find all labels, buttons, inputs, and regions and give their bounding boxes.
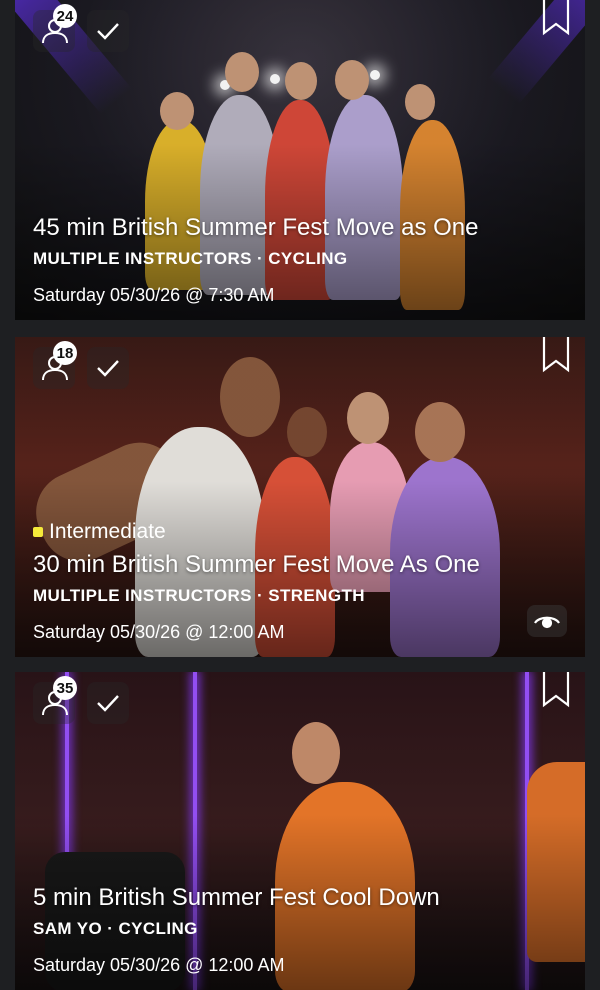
class-subtitle: MULTIPLE INSTRUCTORS · CYCLING [33,249,348,268]
class-info: Intermediate 30 min British Summer Fest … [33,520,573,643]
eye-icon [534,616,560,629]
class-schedule: Saturday 05/30/26 @ 12:00 AM [33,955,285,975]
class-title: 5 min British Summer Fest Cool Down [33,884,440,911]
completed-button[interactable] [87,10,129,52]
completed-button[interactable] [87,682,129,724]
completed-button[interactable] [87,347,129,389]
class-schedule: Saturday 05/30/26 @ 12:00 AM [33,622,285,642]
checkmark-icon [97,695,119,712]
class-card[interactable]: 18 Intermediate 30 min British Summer Fe… [15,337,585,657]
class-card[interactable]: 35 5 min British Summer Fest Cool Down S… [15,672,585,990]
bookmark-icon[interactable] [541,0,571,36]
class-info: 5 min British Summer Fest Cool Down SAM … [33,883,573,976]
participants-count: 35 [53,676,77,700]
participants-button[interactable]: 18 [33,341,77,389]
class-subtitle: MULTIPLE INSTRUCTORS · STRENGTH [33,586,365,605]
class-subtitle: SAM YO · CYCLING [33,919,198,938]
class-schedule: Saturday 05/30/26 @ 7:30 AM [33,285,275,305]
participants-count: 18 [53,341,77,365]
preview-button[interactable] [527,605,567,637]
participants-button[interactable]: 35 [33,676,77,724]
difficulty-level: Intermediate [33,520,573,544]
bookmark-icon[interactable] [541,337,571,373]
class-feed: 24 45 min British Summer Fest Move as On… [0,0,600,990]
class-card[interactable]: 24 45 min British Summer Fest Move as On… [15,0,585,320]
difficulty-label: Intermediate [49,520,166,543]
bookmark-icon[interactable] [541,672,571,708]
participants-button[interactable]: 24 [33,4,77,52]
checkmark-icon [97,23,119,40]
class-info: 45 min British Summer Fest Move as One M… [33,213,573,306]
checkmark-icon [97,360,119,377]
participants-count: 24 [53,4,77,28]
class-title: 45 min British Summer Fest Move as One [33,214,479,241]
level-marker-icon [33,527,43,537]
class-title: 30 min British Summer Fest Move As One [33,551,480,578]
